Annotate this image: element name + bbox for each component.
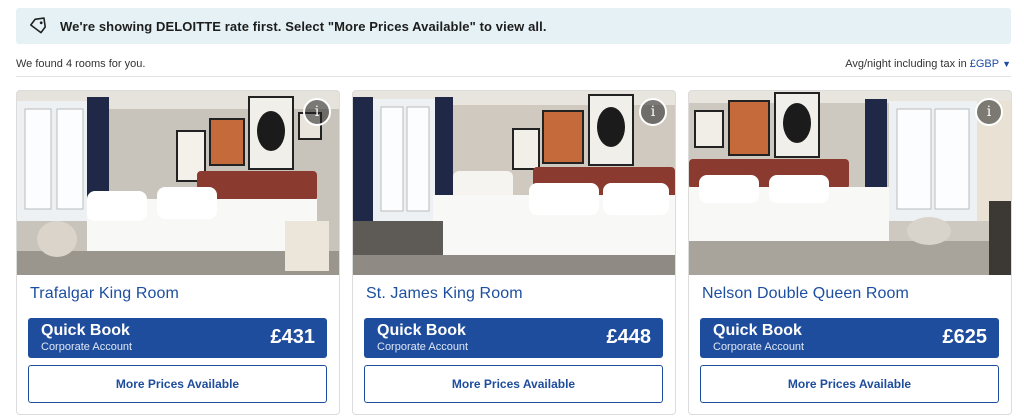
quick-book-title: Quick Book — [713, 322, 802, 339]
quick-book-title: Quick Book — [377, 322, 466, 339]
quick-book-button[interactable]: Quick Book Corporate Account £448 — [364, 318, 663, 358]
room-card: i Trafalgar King Room Quick Book Corpora… — [16, 90, 340, 415]
room-photo[interactable]: i — [689, 91, 1011, 275]
room-photo[interactable]: i — [353, 91, 675, 275]
quick-book-title: Quick Book — [41, 322, 130, 339]
banner-message: We're showing DELOITTE rate first. Selec… — [60, 18, 547, 34]
rate-banner: We're showing DELOITTE rate first. Selec… — [16, 8, 1011, 44]
rate-note-text: Avg/night including tax in — [845, 58, 967, 70]
room-name[interactable]: Trafalgar King Room — [30, 285, 179, 303]
quick-book-button[interactable]: Quick Book Corporate Account £431 — [28, 318, 327, 358]
quick-book-subtitle: Corporate Account — [41, 341, 133, 353]
info-icon[interactable]: i — [975, 98, 1003, 126]
room-card: i St. James King Room Quick Book Corpora… — [352, 90, 676, 415]
room-name[interactable]: St. James King Room — [366, 285, 523, 303]
room-photo[interactable]: i — [17, 91, 339, 275]
chevron-down-icon[interactable]: ▼ — [1002, 59, 1011, 69]
info-icon[interactable]: i — [303, 98, 331, 126]
quick-book-button[interactable]: Quick Book Corporate Account £625 — [700, 318, 999, 358]
rate-note: Avg/night including tax in £GBP ▼ — [845, 55, 1011, 70]
more-prices-button[interactable]: More Prices Available — [364, 365, 663, 403]
more-prices-button[interactable]: More Prices Available — [28, 365, 327, 403]
tag-icon — [28, 16, 48, 36]
more-prices-button[interactable]: More Prices Available — [700, 365, 999, 403]
room-price: £448 — [606, 326, 652, 348]
rooms-found-text: We found 4 rooms for you. — [16, 58, 146, 70]
room-name[interactable]: Nelson Double Queen Room — [702, 285, 909, 303]
room-price: £625 — [942, 326, 988, 348]
quick-book-subtitle: Corporate Account — [377, 341, 469, 353]
results-summary: We found 4 rooms for you. Avg/night incl… — [16, 55, 1011, 77]
room-card: i Nelson Double Queen Room Quick Book Co… — [688, 90, 1012, 415]
room-price: £431 — [270, 326, 316, 348]
quick-book-subtitle: Corporate Account — [713, 341, 805, 353]
info-icon[interactable]: i — [639, 98, 667, 126]
currency-selector[interactable]: £GBP — [970, 58, 999, 70]
